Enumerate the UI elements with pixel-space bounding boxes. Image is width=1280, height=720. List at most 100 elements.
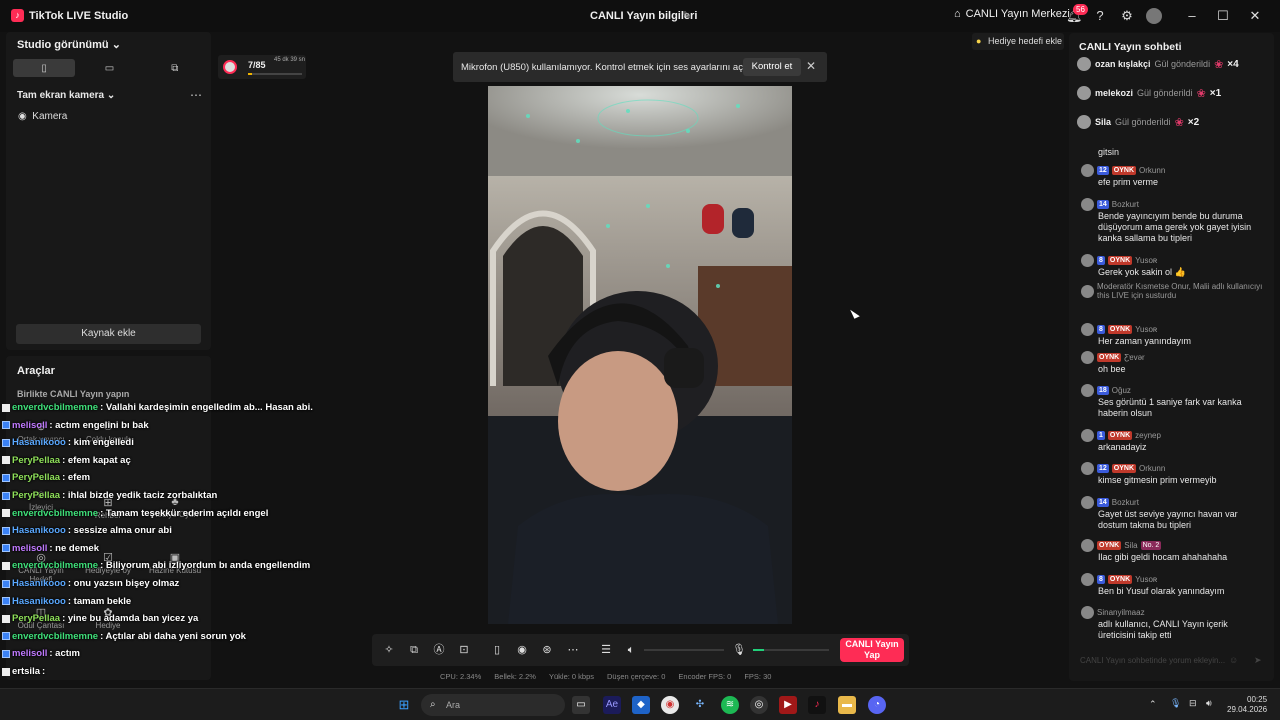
chat-username[interactable]: Bozkurt	[1112, 498, 1139, 507]
app-icon[interactable]: ◆	[632, 696, 650, 714]
app-icon-4[interactable]: ▶	[779, 696, 797, 714]
effects-icon[interactable]: ⧉	[406, 642, 422, 658]
gear-icon[interactable]: ⚙	[1119, 8, 1135, 24]
live-stat-pill[interactable]: 7/85 45 dk 39 sn	[218, 55, 306, 79]
studio-view-dropdown[interactable]: Studio görünümü ⌄	[17, 38, 121, 51]
chat-username[interactable]: Orkunn	[1139, 464, 1165, 473]
chat-text: Bende yayıncıyım bende bu duruma düşüyor…	[1098, 211, 1252, 243]
landscape-mode-button[interactable]: ▭	[78, 59, 140, 77]
help-icon[interactable]: ?	[1092, 8, 1108, 24]
discord-icon[interactable]: ◔	[868, 696, 886, 714]
tool-multi-guest[interactable]: ⚇ Çoklu konuk	[76, 420, 140, 444]
live-center-link[interactable]: ⌂ CANLI Yayın Merkezi	[954, 8, 1070, 20]
record-icon[interactable]: ◉	[514, 642, 530, 658]
dual-mode-button[interactable]: ⧉	[144, 59, 206, 77]
tool-gift-game[interactable]: ♣ Hediye Oyun	[143, 496, 207, 519]
notification-badge: 56	[1073, 4, 1088, 15]
tray-mic-icon[interactable]: 🎙︎	[1170, 698, 1181, 709]
after-effects-icon[interactable]: Ae	[603, 696, 621, 714]
mic-warning-toast: Mikrofon (U850) kullanılamıyor. Kontrol …	[453, 52, 827, 82]
source-camera[interactable]: ◉ Kamera	[18, 111, 67, 122]
edit-icon[interactable]: ✎	[682, 9, 691, 22]
tool-guide[interactable]: ⊞ Rehber	[76, 496, 140, 520]
fan-badge: OYNK	[1107, 574, 1133, 584]
tool-treasure-box[interactable]: ▣ Hazine Kutusu	[143, 551, 207, 575]
magic-wand-icon[interactable]: ✧	[381, 642, 397, 658]
volume-icon[interactable]: 🔊︎	[1206, 698, 1212, 709]
rose-icon: ❀	[1174, 116, 1184, 129]
mic-slider[interactable]	[753, 649, 829, 651]
system-clock[interactable]: 00:25 29.04.2026	[1227, 695, 1267, 715]
ai-icon[interactable]: Ⓐ	[431, 642, 447, 658]
chat-input[interactable]: CANLI Yayın sohbetinde yorum ekleyin...	[1077, 651, 1267, 671]
check-button[interactable]: Kontrol et	[743, 58, 801, 76]
file-explorer-icon[interactable]: ▬	[838, 696, 856, 714]
tool-gift-vote[interactable]: ☑ Hediyeyle oy	[76, 551, 140, 575]
microphone-icon[interactable]: 🎙︎	[731, 642, 747, 658]
minimize-button[interactable]: –	[1184, 8, 1200, 24]
tool-viewer[interactable]: ☺ İzleyici	[9, 489, 73, 512]
close-button[interactable]: ✕	[1247, 8, 1263, 24]
spotify-icon[interactable]: ≋	[721, 696, 739, 714]
settings-sliders-icon[interactable]: ☰	[598, 642, 614, 658]
send-icon[interactable]: ➤	[1254, 655, 1262, 666]
app-icon-2[interactable]: ✣	[691, 696, 709, 714]
avatar[interactable]	[1146, 8, 1162, 24]
gift-row: melekozi Gül gönderildi ❀ ×1	[1077, 84, 1267, 102]
chat-text: Ilac gibi geldi hocam ahahahaha	[1098, 552, 1228, 562]
go-live-button[interactable]: CANLI Yayın Yap	[840, 638, 904, 662]
speaker-icon[interactable]: 🔈︎	[623, 642, 639, 658]
chat-username[interactable]: Yusoʀ	[1135, 575, 1157, 584]
gift-action: Gül gönderildi	[1137, 88, 1193, 98]
avatar	[1081, 322, 1094, 336]
capture-icon[interactable]: ⊛	[539, 642, 555, 658]
memory-status: Bellek: 2.2%	[494, 672, 536, 681]
emoji-icon[interactable]: ☺	[1229, 655, 1238, 665]
volume-slider[interactable]	[644, 649, 724, 651]
more-icon[interactable]: ⋯	[565, 642, 581, 658]
chat-username[interactable]: Sinanyilmaaz	[1097, 608, 1145, 617]
chat-username[interactable]: Orkunn	[1139, 166, 1165, 175]
tool-live-goal[interactable]: ◎ CANLI Yayın Hedefi	[9, 551, 73, 584]
viewer-icon: ☺	[35, 489, 47, 501]
portrait-mode-button[interactable]: ▯	[13, 59, 76, 77]
maximize-button[interactable]: ☐	[1215, 8, 1231, 24]
gift-row: Sila Gül gönderildi ❀ ×2	[1077, 113, 1267, 131]
avatar	[1081, 383, 1094, 397]
chat-username[interactable]: Oğuz	[1112, 386, 1131, 395]
fan-badge: OYNK	[1097, 540, 1122, 550]
chat-message: 14 Bozkurt Gayet üst seviye yayıncı havan …	[1081, 495, 1266, 531]
more-icon[interactable]: ⋯	[190, 88, 202, 102]
tray-chevron-icon[interactable]: ⌃	[1149, 699, 1157, 710]
scene-dropdown[interactable]: Tam ekran kamera ⌄	[17, 90, 115, 101]
chat-username[interactable]: Sila	[1124, 541, 1137, 550]
overlay-icon[interactable]: ⊡	[456, 642, 472, 658]
chat-username[interactable]: zeynep	[1135, 431, 1161, 440]
app-icon-3[interactable]: ◎	[750, 696, 768, 714]
fan-badge: OYNK	[1107, 255, 1133, 265]
chat-username[interactable]: Yusoʀ	[1135, 256, 1157, 265]
tool-gift[interactable]: ✿ Hediye	[76, 606, 140, 630]
gift-action: Gül gönderildi	[1115, 117, 1171, 127]
fan-badge: OYNK	[1107, 430, 1133, 440]
bottom-toolbar: ✧ ⧉ Ⓐ ⊡ ▯ ◉ ⊛ ⋯ ☰ 🔈︎ 🎙︎ CANLI Yayın Yap	[372, 634, 909, 666]
close-icon[interactable]: ✕	[806, 59, 816, 73]
chat-username[interactable]: Moderatör Kısmetse Onur, Malii adlı kull…	[1097, 282, 1266, 300]
chat-username[interactable]: Yusoʀ	[1135, 325, 1157, 334]
network-icon[interactable]: ⊟	[1189, 698, 1197, 709]
add-source-button[interactable]: Kaynak ekle	[16, 324, 201, 344]
chat-username[interactable]: Bozkurt	[1112, 200, 1139, 209]
tools-subtitle: Birlikte CANLI Yayın yapın	[17, 389, 130, 399]
taskbar-search[interactable]: Ara	[421, 694, 565, 716]
camera-preview	[488, 86, 792, 624]
add-gift-goal-button[interactable]: ● Hediye hedefi ekle	[972, 33, 1064, 50]
chat-username[interactable]: Ƹɐvǝr	[1124, 353, 1144, 362]
chrome-icon[interactable]: ◉	[661, 696, 679, 714]
tiktok-studio-icon[interactable]: ♪	[808, 696, 826, 714]
tool-reward-bag[interactable]: ◫ Ödül Çantası	[9, 606, 73, 630]
phone-icon[interactable]: ▯	[489, 642, 505, 658]
tool-cohost[interactable]: ⊕ Ortak yayıncı	[9, 420, 73, 444]
avatar	[1081, 284, 1094, 298]
windows-start-icon[interactable]: ⊞	[395, 696, 413, 714]
task-view-icon[interactable]: ▭	[572, 696, 590, 714]
